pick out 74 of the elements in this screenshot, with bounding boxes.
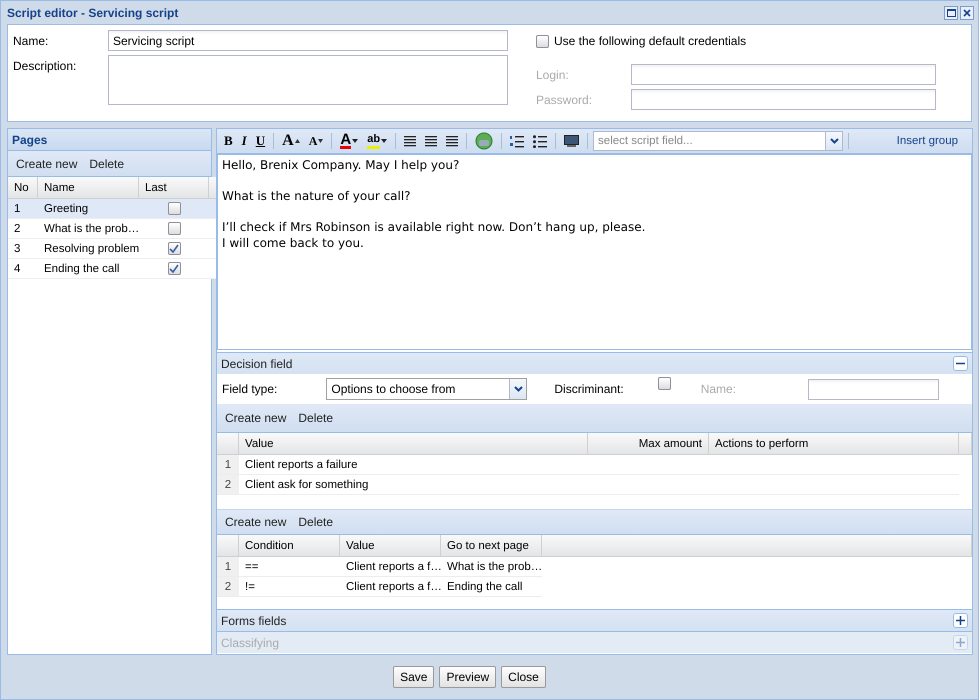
empty-header-cell xyxy=(959,433,972,455)
table-cell[interactable]: Greeting xyxy=(38,199,139,219)
field-label: Name: xyxy=(13,33,50,50)
format-button[interactable]: I xyxy=(238,131,250,151)
description-field[interactable] xyxy=(108,55,508,105)
highlight-button[interactable]: ab xyxy=(364,131,390,151)
column-header[interactable]: Value xyxy=(340,535,441,557)
footer-button[interactable]: Save xyxy=(393,666,434,688)
script-text-editor[interactable]: Hello, Brenix Company. May I help you? What is the nature of your call? I’ll check if Mrs Robinson is available right now. Don’t hang up, please. I will come back to you. xyxy=(217,154,972,350)
script-field-select[interactable]: select script field... xyxy=(593,131,844,151)
login-field[interactable] xyxy=(631,64,936,85)
format-button[interactable]: U xyxy=(252,131,268,151)
checkbox-label: Use the following default credentials xyxy=(554,34,746,48)
plus-icon xyxy=(956,638,965,647)
field-label: Field type: xyxy=(222,382,278,396)
checkbox[interactable] xyxy=(168,262,180,275)
column-header[interactable]: Actions to perform xyxy=(709,433,959,455)
discriminant-checkbox[interactable] xyxy=(658,377,671,390)
column-header[interactable]: No xyxy=(8,177,38,199)
toolbar-action[interactable]: Create new xyxy=(12,154,82,172)
panel-title: Pages xyxy=(8,129,211,151)
caret-icon xyxy=(352,139,358,143)
insert-group-button[interactable]: Insert group xyxy=(886,135,968,147)
checkbox[interactable] xyxy=(168,222,180,235)
field-label: Discriminant: xyxy=(554,382,624,396)
field-label: Login: xyxy=(536,67,570,84)
window-title: Script editor - Servicing script xyxy=(7,6,178,20)
toolbar-action[interactable]: Delete xyxy=(85,154,128,172)
close-icon xyxy=(963,8,971,16)
field-label: Password: xyxy=(536,92,594,109)
font-size-button[interactable]: A xyxy=(279,131,303,151)
column-header[interactable]: Max amount xyxy=(588,433,709,455)
section-title: Decision field xyxy=(221,356,292,370)
toolbar-action[interactable]: Create new xyxy=(221,513,290,531)
column-header[interactable]: Value xyxy=(239,433,588,455)
row-number: 1 xyxy=(217,455,239,475)
checkbox[interactable] xyxy=(168,242,180,255)
font-size-button[interactable]: A xyxy=(306,131,326,151)
toolbar-action[interactable]: Create new xyxy=(221,409,290,427)
format-button[interactable]: B xyxy=(221,131,236,151)
name-field[interactable]: Servicing script xyxy=(108,30,508,51)
row-number: 2 xyxy=(217,475,239,495)
maximize-button[interactable] xyxy=(944,6,958,20)
chevron-down-icon xyxy=(830,138,839,144)
password-field[interactable] xyxy=(631,89,936,110)
maximize-icon xyxy=(946,8,956,16)
row-number: 1 xyxy=(217,557,239,577)
column-header[interactable]: Name xyxy=(38,177,139,199)
down-triangle-icon xyxy=(318,139,324,143)
plus-icon xyxy=(956,616,965,625)
footer-button[interactable]: Close xyxy=(501,666,546,688)
field-type-select[interactable]: Options to choose from xyxy=(326,378,528,400)
checkbox[interactable] xyxy=(536,34,549,48)
column-header[interactable]: Condition xyxy=(239,535,340,557)
row-number: 2 xyxy=(217,577,239,597)
field-label: Description: xyxy=(13,58,78,75)
checkbox[interactable] xyxy=(168,202,180,215)
up-triangle-icon xyxy=(294,139,300,143)
caret-icon xyxy=(381,139,388,143)
footer-button[interactable]: Preview xyxy=(439,666,496,688)
close-button[interactable] xyxy=(960,6,974,20)
toolbar-action[interactable]: Delete xyxy=(294,513,338,531)
column-header[interactable]: Last xyxy=(139,177,209,199)
column-header[interactable]: Go to next page xyxy=(441,535,542,557)
collapse-button[interactable] xyxy=(953,356,968,371)
text-color-button[interactable]: A xyxy=(337,131,362,151)
toolbar-action[interactable]: Delete xyxy=(294,409,338,427)
section-title: Forms fields xyxy=(221,614,286,628)
table-cell[interactable]: 1 xyxy=(8,199,38,219)
expand-button[interactable] xyxy=(953,613,968,628)
chevron-down-icon xyxy=(514,386,523,392)
section-title: Classifying xyxy=(221,636,280,650)
field-label: Name: xyxy=(700,382,736,396)
name-field[interactable] xyxy=(808,378,940,400)
